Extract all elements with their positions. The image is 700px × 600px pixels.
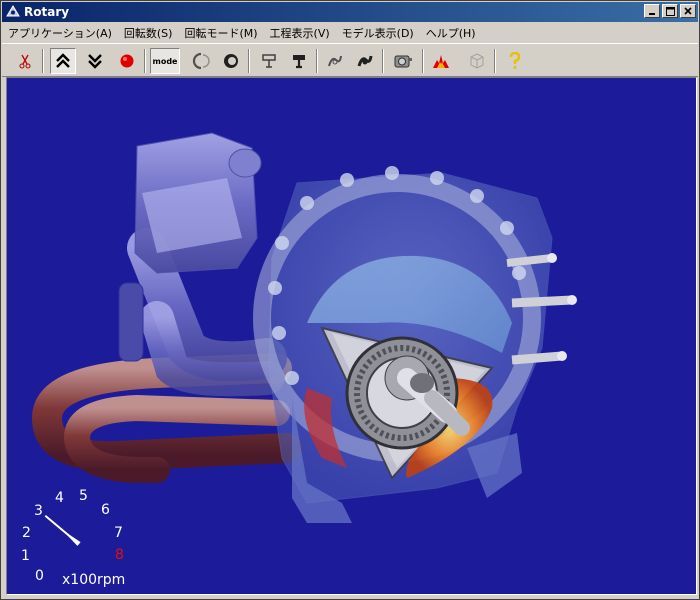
record-icon [120,54,134,68]
rpm-tick-3: 3 [34,503,43,519]
toolbar: mode [2,43,698,77]
help-button[interactable] [502,48,528,74]
combustion-button[interactable] [428,48,454,74]
toolbar-separator [494,49,496,73]
tachometer-needle-tip [62,529,81,546]
rpm-tick-2: 2 [22,525,31,541]
intake-stand [118,282,144,362]
menu-rotation-mode[interactable]: 回転モード(M) [178,25,263,41]
toolbar-separator [422,49,424,73]
window-title: Rotary [24,5,70,19]
menu-bar: アプリケーション(A) 回転数(S) 回転モード(M) 工程表示(V) モデル表… [2,23,698,42]
close-button[interactable] [680,4,696,18]
toolbar-separator [144,49,146,73]
housing-solid-button[interactable] [286,48,312,74]
rpm-tick-5: 5 [79,488,88,504]
menu-rotation-speed[interactable]: 回転数(S) [118,25,179,41]
rpm-tick-7: 7 [114,525,123,541]
double-chevron-up-icon [56,53,70,68]
minimize-icon [649,13,655,15]
rpm-tick-6: 6 [101,502,110,518]
toolbar-separator [42,49,44,73]
crank-filled-icon [357,55,373,67]
rotor-filled-icon [224,54,238,68]
rpm-unit-label: x100rpm [62,572,126,588]
toolbar-separator [316,49,318,73]
cut-button[interactable] [12,48,38,74]
close-icon [684,7,692,15]
rpm-tick-4: 4 [55,490,64,506]
3d-viewport[interactable]: 0 1 2 3 4 5 6 7 8 x100rpm [6,77,697,595]
rotor-solid-button[interactable] [218,48,244,74]
crank-outline-icon [328,55,342,67]
rpm-tick-8-redline: 8 [115,547,124,563]
help-icon [509,52,521,69]
menu-help[interactable]: ヘルプ(H) [420,25,482,41]
explosion-icon [433,55,449,68]
scissors-icon [19,54,31,69]
minimize-button[interactable] [644,4,660,18]
engine-view-button[interactable] [390,48,416,74]
app-window: Rotary アプリケーション(A) 回転数(S) 回転モード(M) 工程表示(… [0,0,700,600]
maximize-icon [665,6,675,16]
menu-process-display[interactable]: 工程表示(V) [264,25,336,41]
menu-model-display[interactable]: モデル表示(D) [336,25,420,41]
rotor-wireframe-button[interactable] [188,48,214,74]
housing-wireframe-button[interactable] [256,48,282,74]
toolbar-separator [382,49,384,73]
menu-application[interactable]: アプリケーション(A) [2,25,118,41]
maximize-button[interactable] [662,4,678,18]
toolbar-separator [248,49,250,73]
piston-filled-icon [293,55,305,69]
engine-icon [394,55,412,68]
rotor-outline-icon [192,52,210,70]
shaft-solid-button[interactable] [352,48,378,74]
shaft-wireframe-button[interactable] [322,48,348,74]
rotary-app-icon [6,5,20,17]
speed-up-button[interactable] [50,48,76,74]
title-bar[interactable]: Rotary [2,2,698,22]
stop-button[interactable] [114,48,140,74]
mode-label: mode [152,56,178,66]
cube-icon [470,53,484,69]
rpm-tick-0: 0 [35,568,44,584]
rpm-tick-1: 1 [21,548,30,564]
mode-button[interactable]: mode [150,48,180,74]
piston-outline-icon [262,54,276,68]
model-view-button[interactable] [464,48,490,74]
speed-down-button[interactable] [82,48,108,74]
double-chevron-down-icon [88,54,102,69]
